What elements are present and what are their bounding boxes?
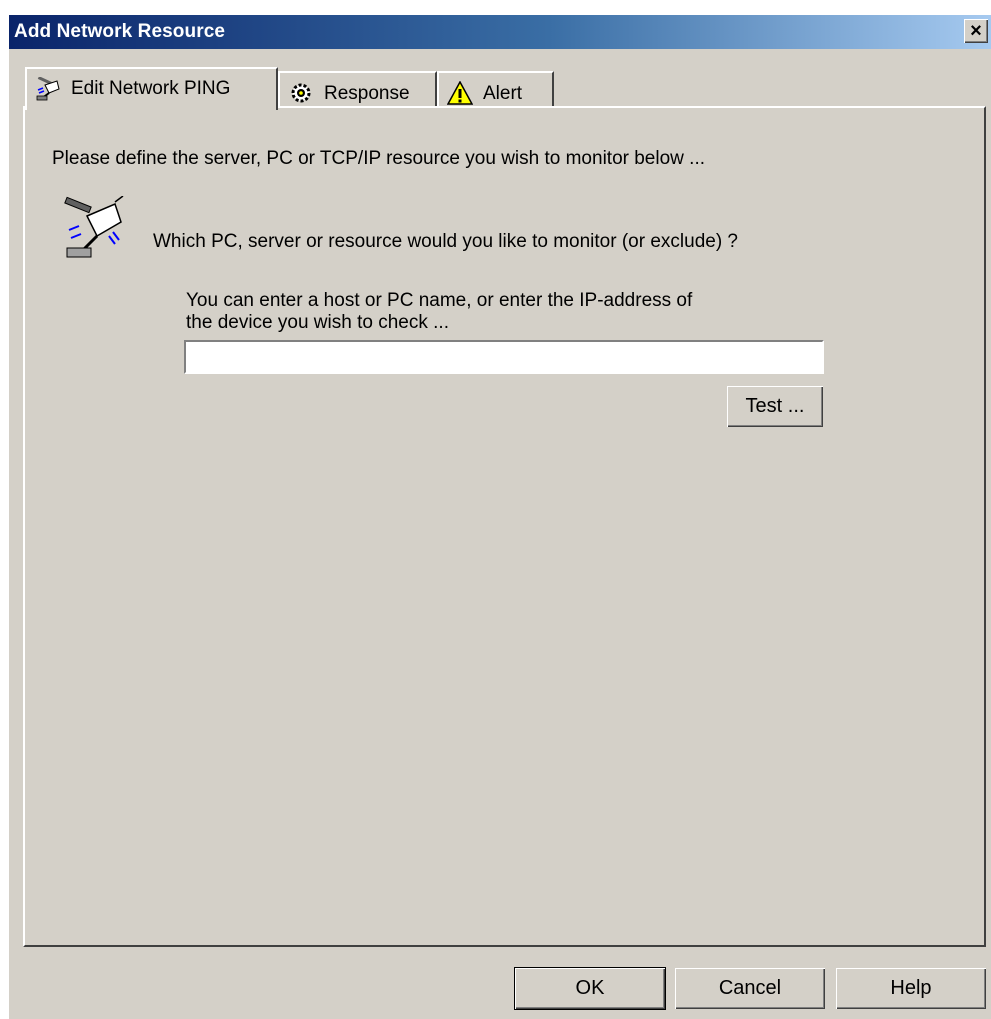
window-title: Add Network Resource: [14, 21, 226, 42]
tab-label: Response: [324, 83, 410, 104]
hint-line-2: the device you wish to check ...: [186, 312, 449, 333]
cancel-button[interactable]: Cancel: [675, 968, 825, 1009]
title-bar[interactable]: Add Network Resource ×: [9, 15, 991, 49]
tab-panel: Please define the server, PC or TCP/IP r…: [23, 106, 986, 947]
warning-icon: [447, 81, 473, 105]
question-text: Which PC, server or resource would you l…: [153, 231, 739, 252]
gear-icon: [291, 83, 311, 103]
intro-text: Please define the server, PC or TCP/IP r…: [52, 148, 705, 169]
hint-line-1: You can enter a host or PC name, or ente…: [186, 290, 693, 311]
close-icon: ×: [970, 20, 982, 42]
tab-label: Alert: [483, 83, 523, 104]
tab-label: Edit Network PING: [71, 78, 231, 99]
host-input[interactable]: [184, 340, 824, 374]
ok-button[interactable]: OK: [514, 967, 666, 1010]
close-button[interactable]: ×: [964, 19, 988, 43]
network-ping-icon: [36, 77, 60, 101]
add-network-resource-dialog: Add Network Resource × Edit Network PING…: [9, 15, 991, 1019]
help-button[interactable]: Help: [836, 968, 986, 1009]
tab-edit-network-ping[interactable]: Edit Network PING: [25, 67, 278, 110]
network-ping-icon: [64, 196, 124, 258]
tab-alert[interactable]: Alert: [437, 71, 554, 108]
tab-response[interactable]: Response: [278, 71, 437, 108]
test-button[interactable]: Test ...: [727, 386, 823, 427]
